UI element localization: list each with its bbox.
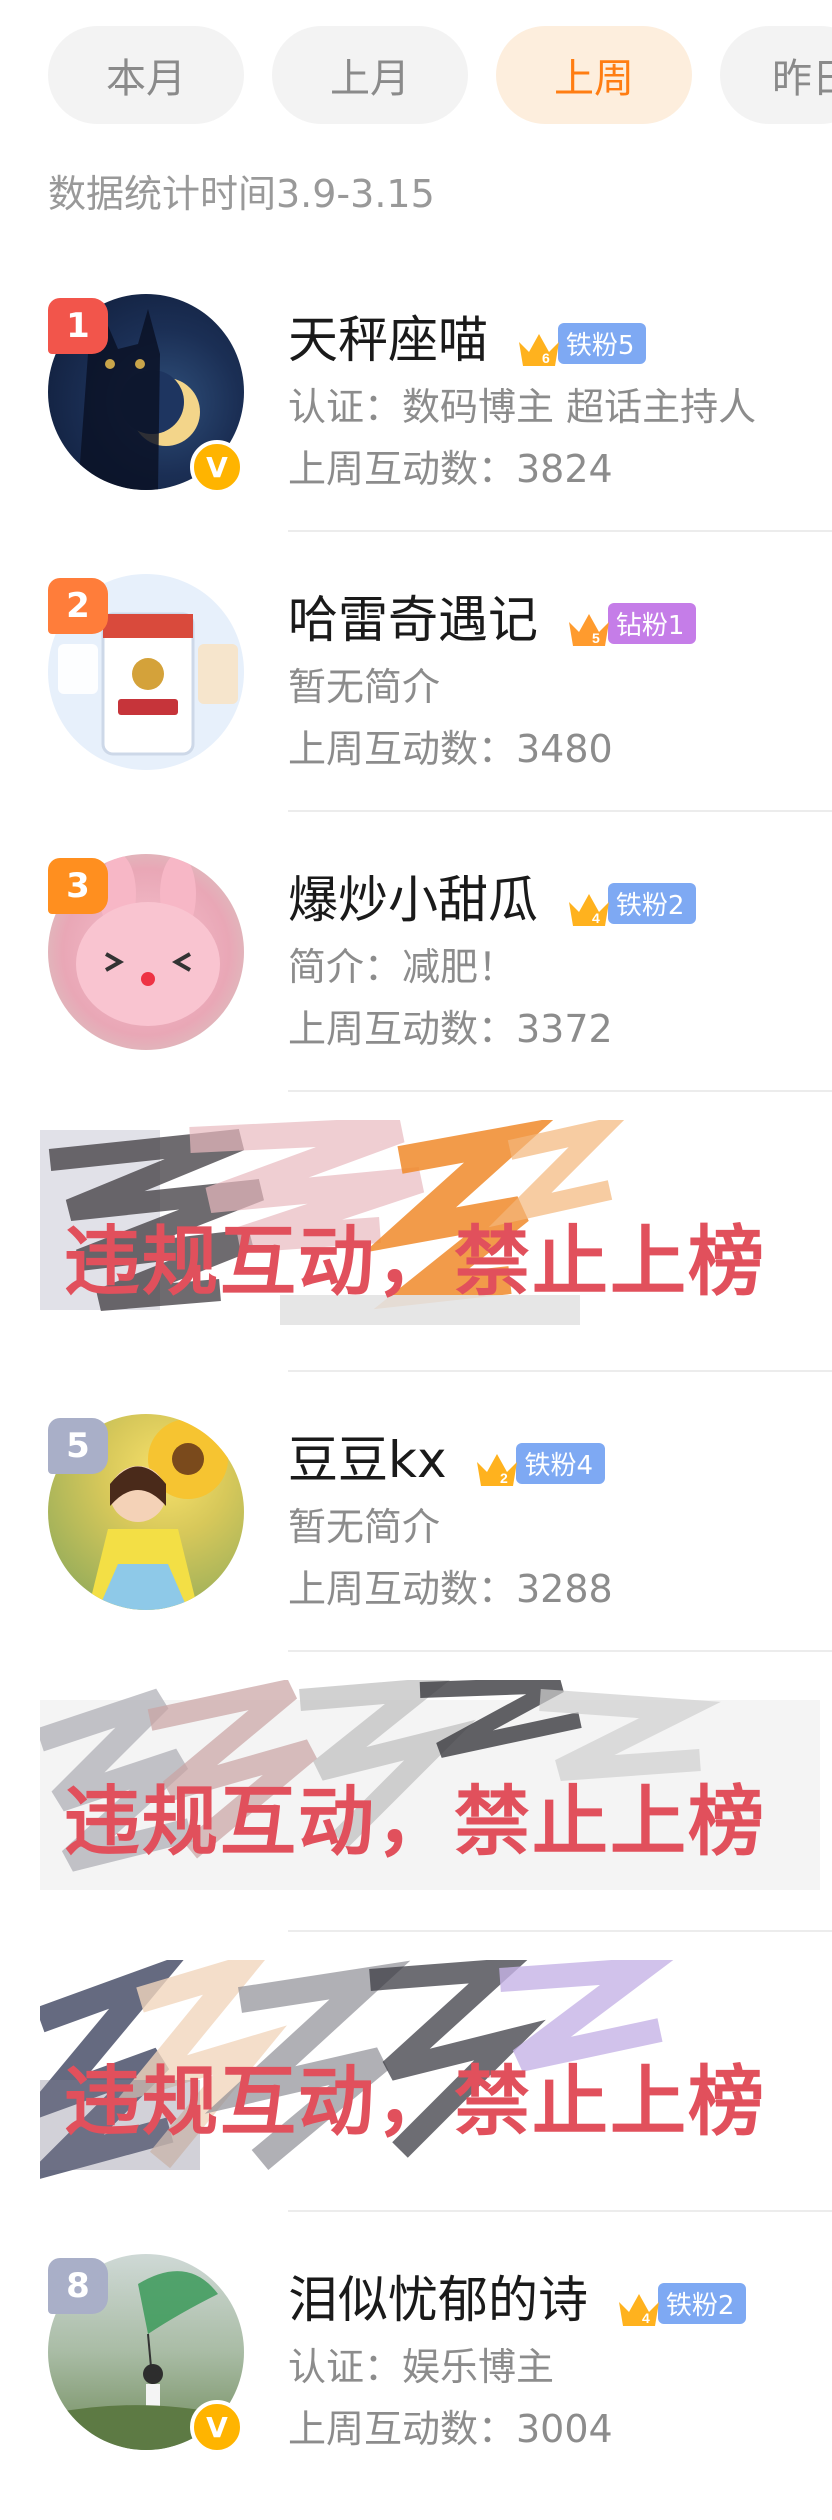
violation-notice: 违规互动，禁止上榜 [64, 1777, 766, 1866]
list-item[interactable]: 3 爆炒小甜瓜 4 铁粉2 简介：减肥！ 上周互动数：3372 [0, 840, 832, 1120]
interaction-count: 上周互动数：3480 [288, 727, 613, 771]
fan-badge: 铁粉2 [657, 2283, 747, 2324]
list-item[interactable]: 1 V 天秤座喵 6 铁粉5 认证：数码博主 超话主持人 上周互动数：3824 [0, 280, 832, 560]
user-name[interactable]: 哈雷奇遇记 5 钻粉1 [288, 580, 697, 652]
rank-badge: 3 [48, 858, 108, 914]
divider [288, 1090, 832, 1092]
rank-badge: 5 [48, 1418, 108, 1474]
divider [288, 810, 832, 812]
crown-icon: 2 [474, 1444, 520, 1486]
fan-badge: 钻粉1 [607, 603, 697, 644]
interaction-count: 上周互动数：3824 [288, 447, 613, 491]
divider [288, 1650, 832, 1652]
user-name[interactable]: 泪似忧郁的诗 4 铁粉2 [288, 2260, 747, 2332]
list-item-hidden: 违规互动，禁止上榜 [0, 1960, 832, 2240]
crown-icon: 6 [516, 324, 562, 366]
rank-badge: 1 [48, 298, 108, 354]
verified-icon: V [190, 2400, 244, 2454]
list-item[interactable]: 8 V 泪似忧郁的诗 4 铁粉2 认证：娱乐博主 上周互动数：3004 [0, 2240, 832, 2520]
interaction-count: 上周互动数：3288 [288, 1567, 613, 1611]
user-desc: 暂无简介 [288, 1505, 441, 1549]
stats-period-label: 数据统计时间3.9-3.15 [48, 172, 435, 216]
user-name[interactable]: 豆豆kx 2 铁粉4 [288, 1420, 605, 1492]
user-name[interactable]: 爆炒小甜瓜 4 铁粉2 [288, 860, 697, 932]
fan-level: 2 [500, 1470, 508, 1486]
rank-badge: 2 [48, 578, 108, 634]
fan-level: 4 [642, 2310, 650, 2326]
fan-level: 6 [542, 350, 550, 366]
user-desc: 简介：减肥！ [288, 945, 517, 989]
fan-badge: 铁粉5 [557, 323, 647, 364]
list-item-hidden: 违规互动，禁止上榜 [0, 1120, 832, 1400]
list-item-hidden: 违规互动，禁止上榜 [0, 1680, 832, 1960]
interaction-count: 上周互动数：3372 [288, 1007, 613, 1051]
violation-notice: 违规互动，禁止上榜 [64, 2057, 766, 2146]
period-tabs: 本月 上月 上周 昨日 [48, 26, 832, 124]
verified-icon: V [190, 440, 244, 494]
divider [288, 2210, 832, 2212]
violation-notice: 违规互动，禁止上榜 [64, 1217, 766, 1306]
user-desc: 认证：数码博主 超话主持人 [288, 385, 757, 429]
user-desc: 暂无简介 [288, 665, 441, 709]
fan-badge: 铁粉2 [607, 883, 697, 924]
divider [288, 530, 832, 532]
user-desc: 认证：娱乐博主 [288, 2345, 555, 2389]
tab-last-month[interactable]: 上月 [272, 26, 468, 124]
fan-level: 4 [592, 910, 600, 926]
rank-badge: 8 [48, 2258, 108, 2314]
user-name[interactable]: 天秤座喵 6 铁粉5 [288, 300, 647, 372]
interaction-count: 上周互动数：3004 [288, 2407, 613, 2451]
tab-last-week[interactable]: 上周 [496, 26, 692, 124]
list-item[interactable]: 2 哈雷奇遇记 5 钻粉1 暂无简介 上周互动数：3480 [0, 560, 832, 840]
divider [288, 1370, 832, 1372]
crown-icon: 4 [566, 884, 612, 926]
divider [288, 1930, 832, 1932]
crown-icon: 4 [616, 2284, 662, 2326]
fan-level: 5 [592, 630, 600, 646]
tab-yesterday[interactable]: 昨日 [720, 26, 832, 124]
crown-icon: 5 [566, 604, 612, 646]
list-item[interactable]: 5 豆豆kx 2 铁粉4 暂无简介 上周互动数：3288 [0, 1400, 832, 1680]
tab-this-month[interactable]: 本月 [48, 26, 244, 124]
fan-badge: 铁粉4 [516, 1443, 605, 1484]
